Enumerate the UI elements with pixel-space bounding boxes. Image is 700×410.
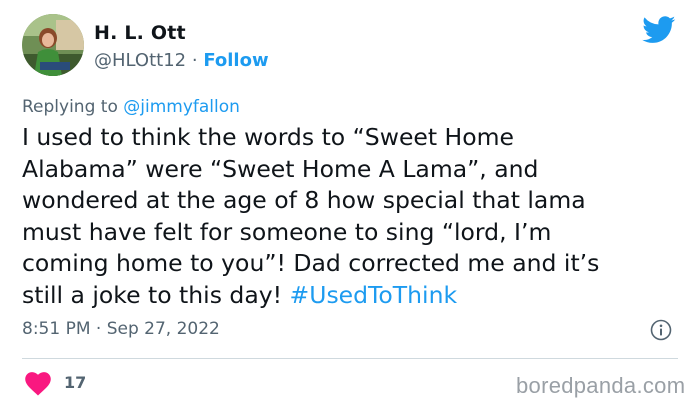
tweet-text-line: wondered at the age of 8 how special tha… bbox=[22, 186, 586, 214]
author-name[interactable]: H. L. Ott bbox=[94, 22, 186, 44]
tweet-text-line: must have felt for someone to sing “lord… bbox=[22, 217, 552, 246]
author-handle[interactable]: @HLOtt12 bbox=[94, 50, 186, 71]
heart-icon[interactable] bbox=[25, 372, 51, 396]
tweet-text-line: still a joke to this day! bbox=[22, 280, 283, 309]
follow-button[interactable]: Follow bbox=[203, 50, 268, 71]
tweet-text-line: I used to think the words to “Sweet Home bbox=[22, 123, 514, 151]
tweet-text-line: coming home to you”! Dad corrected me an… bbox=[22, 249, 600, 277]
timestamp-separator: · bbox=[95, 319, 102, 339]
like-count: 17 bbox=[64, 373, 87, 392]
author-meta: @HLOtt12 · Follow bbox=[94, 50, 269, 71]
twitter-bird-icon[interactable] bbox=[642, 16, 676, 44]
hashtag-link[interactable]: #UsedToThink bbox=[290, 281, 458, 309]
reply-mention-link[interactable]: @jimmyfallon bbox=[123, 97, 240, 117]
tweet-timestamp[interactable]: 8:51 PM · Sep 27, 2022 bbox=[22, 319, 220, 339]
replying-to: Replying to @jimmyfallon bbox=[22, 97, 240, 117]
info-icon[interactable] bbox=[650, 319, 672, 341]
tweet-date: Sep 27, 2022 bbox=[106, 319, 220, 339]
watermark: boredpanda.com bbox=[516, 373, 686, 398]
divider bbox=[22, 358, 678, 359]
tweet-time: 8:51 PM bbox=[22, 319, 91, 339]
separator-dot: · bbox=[191, 50, 198, 71]
avatar[interactable] bbox=[22, 14, 84, 76]
tweet-text: I used to think the words to “Sweet Home… bbox=[22, 122, 678, 311]
tweet-text-line: Alabama” were “Sweet Home A Lama”, and bbox=[22, 154, 539, 183]
replying-prefix: Replying to bbox=[22, 97, 118, 117]
tweet-text-last-line: still a joke to this day! #UsedToThink bbox=[22, 280, 678, 312]
